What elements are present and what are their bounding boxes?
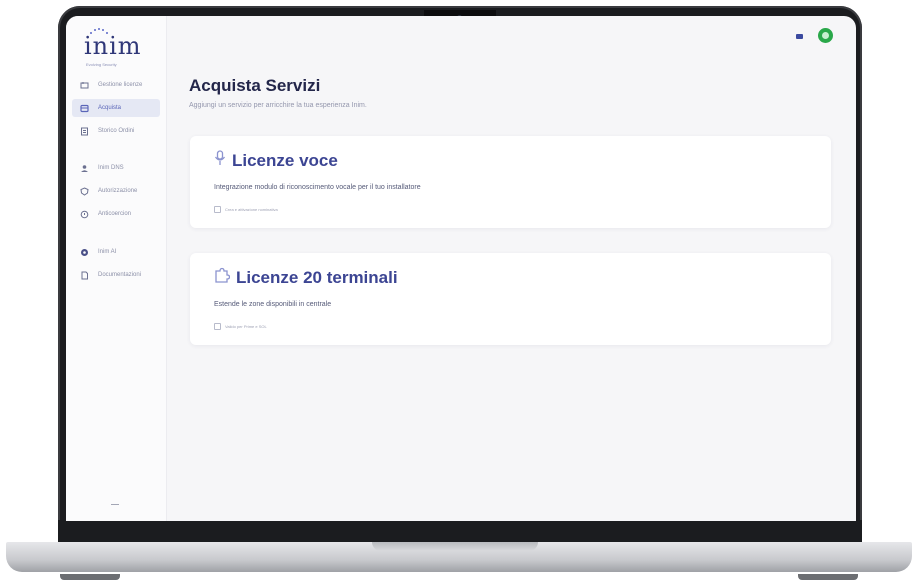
flag-icon[interactable] <box>796 34 803 39</box>
microphone-icon <box>214 150 226 171</box>
card-header: Licenze 20 terminali <box>214 267 398 288</box>
sidebar-item-label: Gestione licenze <box>98 82 143 88</box>
sidebar-item-label: Acquista <box>98 105 122 111</box>
card-note-text: Crea e attivazione nominativa <box>225 207 278 212</box>
sidebar-item-anticoercion[interactable]: Anticoercion <box>72 205 160 223</box>
service-card-licenze-terminali[interactable]: Licenze 20 terminali Estende le zone dis… <box>190 253 831 345</box>
cart-icon <box>78 104 90 113</box>
puzzle-icon <box>214 267 231 288</box>
sidebar-item-label: Inim AI <box>98 249 117 255</box>
sidebar-item-documentazioni[interactable]: Documentazioni <box>72 266 160 284</box>
license-icon <box>78 81 90 90</box>
logo-text: inim <box>84 32 142 60</box>
sidebar-item-label: Storico Ordini <box>98 128 135 134</box>
sidebar-item-storico-ordini[interactable]: Storico Ordini <box>72 122 160 140</box>
screen: inim Evolving Security Gestione licenze … <box>66 16 856 521</box>
sidebar-item-autorizzazione[interactable]: Autorizzazione <box>72 182 160 200</box>
logo-tagline: Evolving Security <box>86 62 117 67</box>
sidebar-item-label: Inim DNS <box>98 165 124 171</box>
card-note: Valido per Prime e SOL <box>214 323 267 330</box>
laptop-foot-right <box>798 574 858 580</box>
orders-icon <box>78 127 90 136</box>
laptop-base-notch <box>372 542 538 551</box>
laptop-foot-left <box>60 574 120 580</box>
sidebar: inim Evolving Security Gestione licenze … <box>66 16 167 521</box>
card-note: Crea e attivazione nominativa <box>214 206 278 213</box>
sidebar-collapse-handle[interactable] <box>111 504 119 505</box>
logo[interactable]: inim Evolving Security <box>84 28 144 68</box>
info-icon <box>214 206 221 213</box>
sidebar-item-inim-ai[interactable]: Inim AI <box>72 243 160 261</box>
card-title: Licenze 20 terminali <box>236 267 398 287</box>
sidebar-item-label: Autorizzazione <box>98 188 138 194</box>
page-subtitle: Aggiungi un servizio per arricchire la t… <box>189 102 367 109</box>
shield-icon <box>78 186 90 196</box>
service-card-licenze-voce[interactable]: Licenze voce Integrazione modulo di rico… <box>190 136 831 228</box>
sidebar-item-acquista[interactable]: Acquista <box>72 99 160 117</box>
alert-icon <box>78 210 90 219</box>
sidebar-item-gestione-licenze[interactable]: Gestione licenze <box>72 76 160 94</box>
users-icon <box>78 164 90 173</box>
document-icon <box>78 271 90 280</box>
laptop-base <box>6 542 912 572</box>
avatar[interactable] <box>818 28 833 43</box>
laptop-chin <box>58 520 862 544</box>
sidebar-item-label: Anticoercion <box>98 211 132 217</box>
card-title: Licenze voce <box>232 150 338 170</box>
sidebar-item-label: Documentazioni <box>98 272 142 278</box>
sidebar-item-inim-dns[interactable]: Inim DNS <box>72 159 160 177</box>
info-icon <box>214 323 221 330</box>
card-header: Licenze voce <box>214 150 338 171</box>
avatar-inner-icon <box>822 32 829 39</box>
card-note-text: Valido per Prime e SOL <box>225 324 267 329</box>
card-description: Integrazione modulo di riconoscimento vo… <box>214 184 421 191</box>
page-title: Acquista Servizi <box>189 76 321 95</box>
card-description: Estende le zone disponibili in centrale <box>214 301 332 308</box>
ai-icon <box>78 248 90 257</box>
